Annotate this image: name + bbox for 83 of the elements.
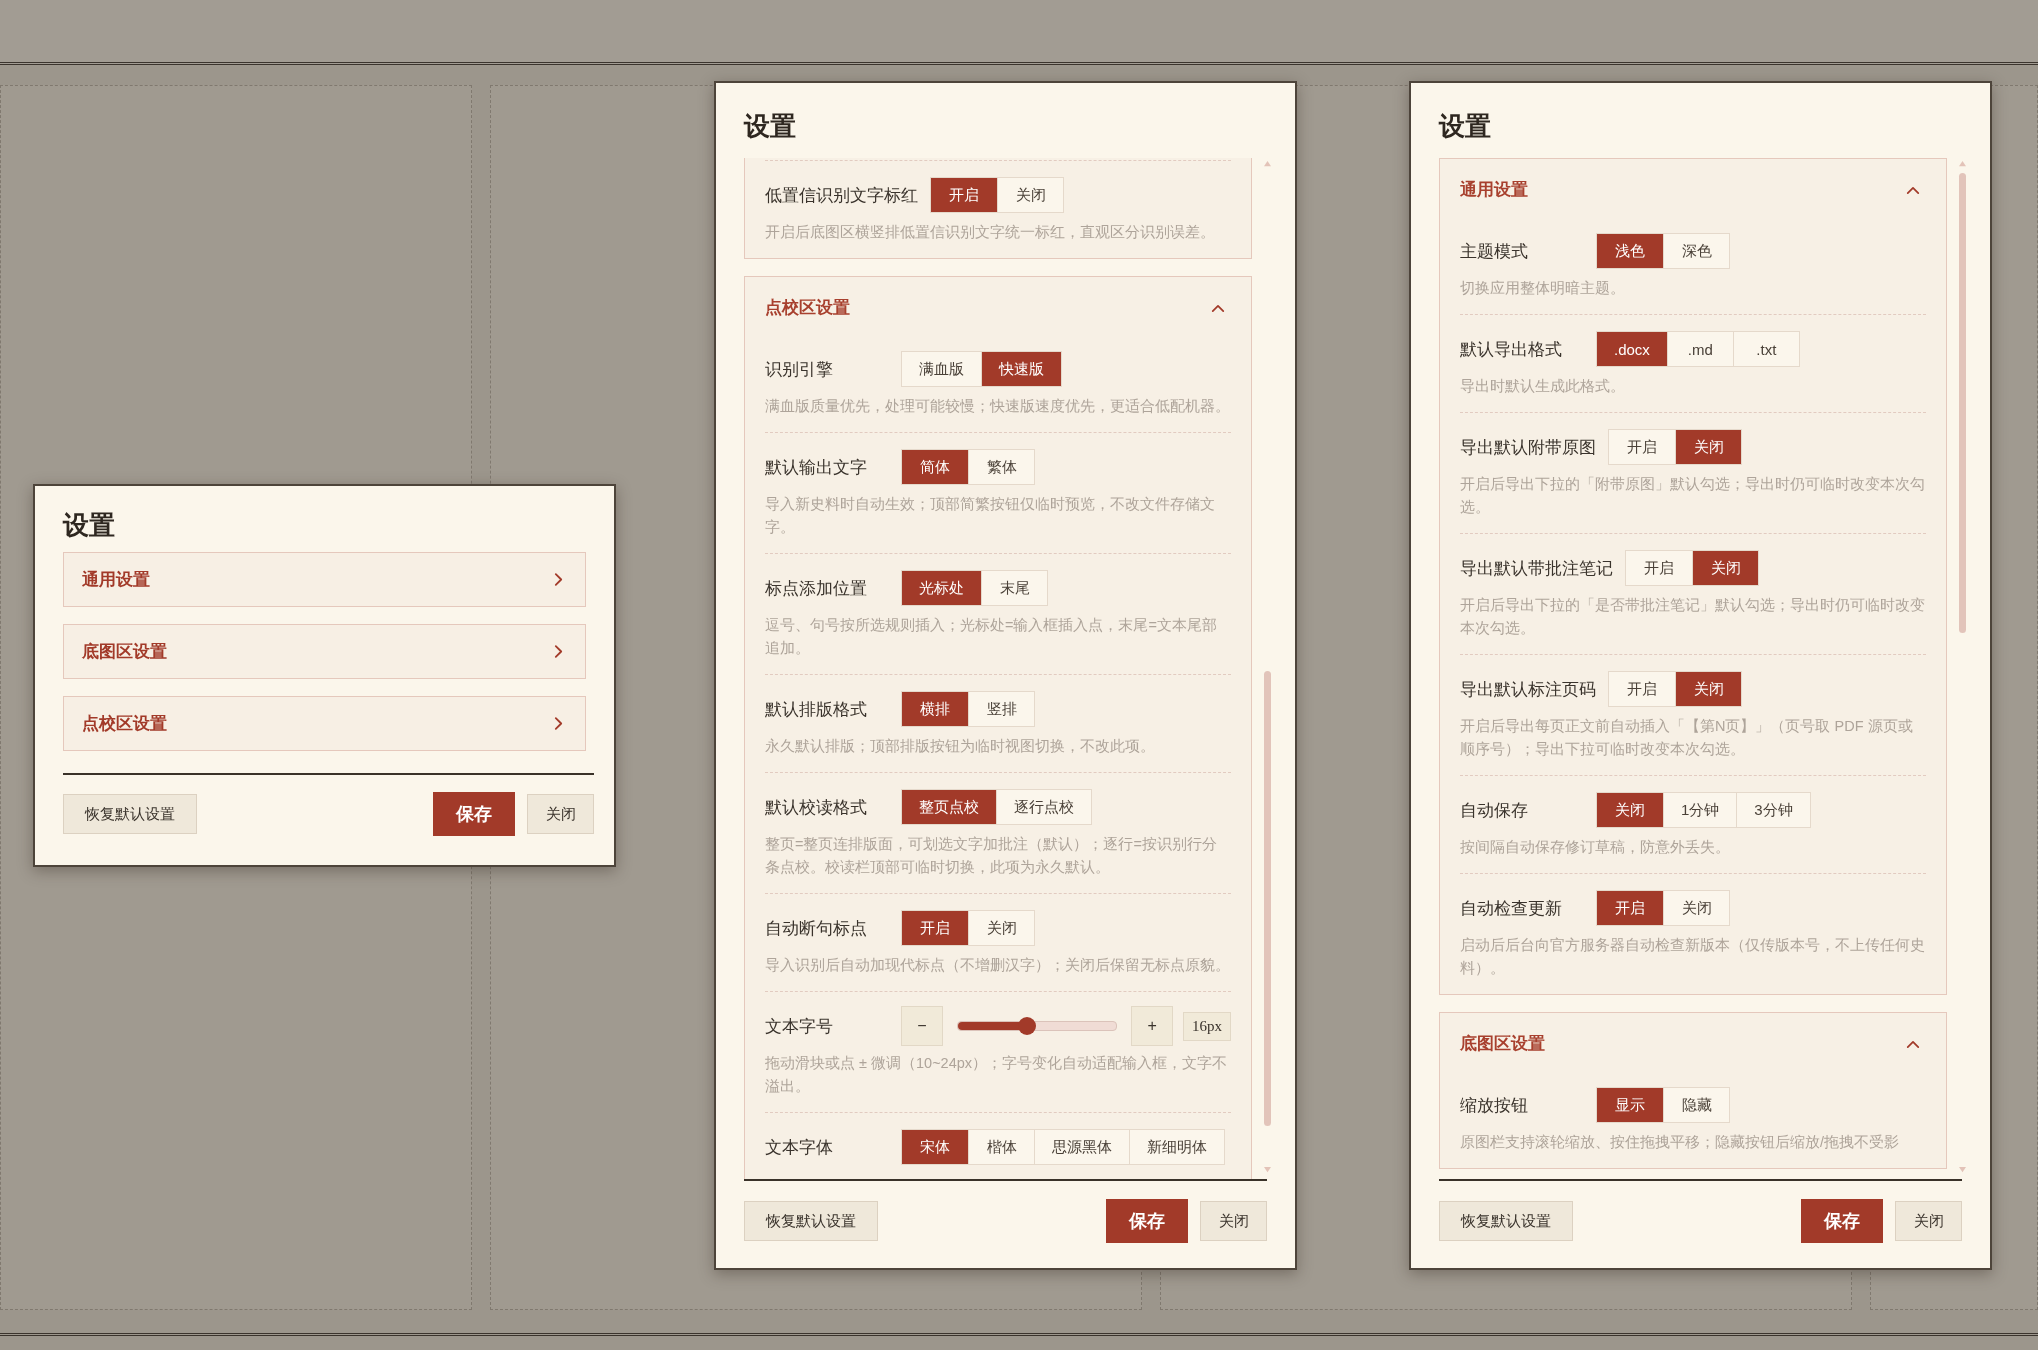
section-title: 点校区设置 [765,297,850,319]
setting-description: 导入新史料时自动生效；顶部简繁按钮仅临时预览，不改文件存储文字。 [765,495,1216,537]
setting-description: 开启后导出下拉的「是否带批注笔记」默认勾选；导出时仍可临时改变本次勾选。 [1460,596,1926,638]
setting-label: 导出默认标注页码 [1460,678,1596,701]
option-button[interactable]: 关闭 [1675,672,1741,706]
increase-button[interactable]: + [1131,1006,1173,1046]
close-button[interactable]: 关闭 [527,794,594,834]
scroll-down-icon[interactable] [1262,1166,1272,1173]
option-button[interactable]: 浅色 [1597,234,1663,268]
setting-description: 原图栏支持滚轮缩放、按住拖拽平移；隐藏按钮后缩放/拖拽不受影 [1460,1133,1901,1152]
setting-description: 逗号、句号按所选规则插入；光标处=输入框插入点，末尾=文本尾部追加。 [765,616,1218,658]
settings-menu-item[interactable]: 点校区设置 [63,696,586,751]
option-button[interactable]: 宋体 [902,1130,968,1164]
setting-label: 缩放按钮 [1460,1094,1529,1117]
setting-label: 自动检查更新 [1460,897,1563,920]
setting-label: 文本字体 [765,1136,834,1159]
setting-description: 开启后底图区横竖排低置信识别文字统一标红，直观区分识别误差。 [765,223,1216,242]
dialog-title: 设置 [63,509,115,542]
setting-description: 按间隔自动保存修订草稿，防意外丢失。 [1460,838,1731,857]
option-button[interactable]: 整页点校 [902,790,996,824]
setting-description: 永久默认排版；顶部排版按钮为临时视图切换，不改此项。 [765,737,1156,756]
restore-defaults-button[interactable]: 恢复默认设置 [744,1201,878,1241]
restore-defaults-button[interactable]: 恢复默认设置 [63,794,197,834]
setting-label: 默认排版格式 [765,698,868,721]
setting-label: 导出默认带批注笔记 [1460,557,1613,580]
setting-label: 标点添加位置 [765,577,868,600]
save-button[interactable]: 保存 [1106,1199,1188,1243]
font-size-value: 16px [1183,1011,1231,1041]
option-button[interactable]: 关闭 [1675,430,1741,464]
option-button[interactable]: 简体 [902,450,968,484]
slider-thumb[interactable] [1018,1017,1037,1035]
setting-description: 满血版质量优先，处理可能较慢；快速版速度优先，更适合低配机器。 [765,397,1231,416]
close-button[interactable]: 关闭 [1895,1201,1962,1241]
setting-description: 切换应用整体明暗主题。 [1460,279,1626,298]
setting-label: 导出默认附带原图 [1460,436,1596,459]
setting-description: 导入识别后自动加现代标点（不增删汉字）；关闭后保留无标点原貌。 [765,956,1231,975]
option-button[interactable]: 显示 [1597,1088,1663,1122]
chevron-up-icon[interactable] [1211,303,1225,313]
setting-label: 低置信识别文字标红 [765,184,918,207]
setting-label: 默认输出文字 [765,456,868,479]
setting-description: 拖动滑块或点 ± 微调（10~24px）；字号变化自动适配输入框，文字不溢出。 [765,1054,1229,1096]
scroll-down-icon[interactable] [1957,1166,1967,1173]
setting-description: 整页=整页连排版面，可划选文字加批注（默认）；逐行=按识别行分条点校。校读栏顶部可临时切换，此项为永久默认。 [765,835,1218,877]
dialog-title: 设置 [1439,110,1491,143]
settings-menu-item[interactable]: 底图区设置 [63,624,586,679]
save-button[interactable]: 保存 [1801,1199,1883,1243]
option-button[interactable]: 关闭 [1597,793,1663,827]
scrollbar-thumb[interactable] [1263,671,1271,1126]
option-button[interactable]: 开启 [1597,891,1663,925]
scroll-up-icon[interactable] [1957,160,1967,167]
save-button[interactable]: 保存 [433,792,515,836]
setting-description: 开启后导出每页正文前自动插入「【第N页】」（页号取 PDF 源页或顺序号）；导出下拉可临时改变本次勾选。 [1460,717,1914,759]
dialog-title: 设置 [744,110,796,143]
setting-label: 主题模式 [1460,240,1529,263]
option-button[interactable]: 关闭 [1692,551,1758,585]
section-title: 通用设置 [1460,179,1528,201]
setting-description: 开启后导出下拉的「附带原图」默认勾选；导出时仍可临时改变本次勾选。 [1460,475,1926,517]
setting-label: 默认导出格式 [1460,338,1563,361]
option-button[interactable]: 光标处 [902,571,981,605]
chevron-up-icon[interactable] [1906,1039,1920,1049]
option-button[interactable]: .docx [1597,332,1667,366]
decrease-button[interactable]: − [901,1006,943,1046]
setting-label: 自动保存 [1460,799,1529,822]
chevron-up-icon[interactable] [1906,185,1920,195]
option-button[interactable]: 开启 [931,178,997,212]
scroll-up-icon[interactable] [1262,160,1272,167]
setting-label: 文本字号 [765,1015,834,1038]
section-title: 底图区设置 [1460,1033,1545,1055]
chevron-right-icon [554,644,563,659]
setting-label: 识别引擎 [765,358,834,381]
chevron-right-icon [554,572,563,587]
close-button[interactable]: 关闭 [1200,1201,1267,1241]
chevron-right-icon [554,716,563,731]
setting-label: 默认校读格式 [765,796,868,819]
scrollbar-thumb[interactable] [1958,173,1966,633]
restore-defaults-button[interactable]: 恢复默认设置 [1439,1201,1573,1241]
settings-menu-item[interactable]: 通用设置 [63,552,586,607]
option-button[interactable]: 开启 [902,911,968,945]
option-button[interactable]: 横排 [902,692,968,726]
setting-label: 自动断句标点 [765,917,868,940]
setting-description: 导出时默认生成此格式。 [1460,377,1626,396]
option-button[interactable]: 快速版 [981,352,1061,386]
setting-description: 启动后后台向官方服务器自动检查新版本（仅传版本号，不上传任何史料）。 [1460,936,1926,978]
